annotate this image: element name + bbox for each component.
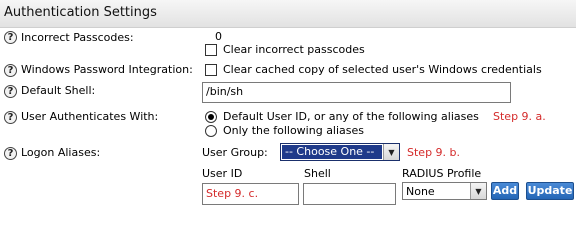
default-user-id-radio[interactable] [205, 111, 217, 123]
authenticates-with-label: User Authenticates With: [21, 110, 159, 123]
help-icon[interactable]: ? [4, 64, 17, 77]
help-icon[interactable]: ? [4, 85, 17, 98]
help-icon[interactable]: ? [4, 111, 17, 124]
step-annotation-a: Step 9. a. [493, 110, 546, 123]
default-user-id-label: Default User ID, or any of the following… [223, 110, 479, 123]
radius-profile-value: None [406, 185, 435, 198]
chevron-down-icon: ▼ [470, 183, 486, 199]
update-button[interactable]: Update [526, 182, 574, 200]
clear-windows-credentials-label: Clear cached copy of selected user's Win… [223, 63, 542, 76]
only-aliases-label: Only the following aliases [223, 124, 365, 137]
step-annotation-b: Step 9. b. [407, 146, 461, 159]
column-user-id: User ID [202, 167, 243, 180]
incorrect-passcodes-value: 0 [215, 30, 222, 43]
incorrect-passcodes-label: Incorrect Passcodes: [21, 31, 134, 44]
column-shell: Shell [304, 167, 331, 180]
default-shell-input[interactable]: /bin/sh [202, 82, 511, 103]
alias-shell-input[interactable] [303, 183, 396, 205]
only-aliases-radio[interactable] [205, 125, 217, 137]
section-header: Authentication Settings [0, 0, 576, 28]
chevron-down-icon: ▼ [383, 144, 399, 160]
user-group-label: User Group: [202, 146, 268, 159]
column-radius-profile: RADIUS Profile [402, 167, 482, 180]
alias-user-id-input[interactable]: Step 9. c. [202, 183, 299, 205]
add-button[interactable]: Add [491, 182, 519, 200]
user-group-select[interactable]: -- Choose One -- ▼ [280, 143, 400, 161]
clear-passcodes-checkbox[interactable] [205, 44, 217, 56]
radius-profile-select[interactable]: None ▼ [402, 182, 487, 200]
help-icon[interactable]: ? [4, 147, 17, 160]
help-icon[interactable]: ? [4, 31, 17, 44]
clear-passcodes-label: Clear incorrect passcodes [223, 43, 365, 56]
default-shell-label: Default Shell: [21, 84, 96, 97]
user-group-value: -- Choose One -- [282, 145, 382, 159]
clear-windows-credentials-checkbox[interactable] [205, 64, 217, 76]
windows-password-label: Windows Password Integration: [21, 63, 193, 76]
section-title: Authentication Settings [4, 5, 157, 20]
logon-aliases-label: Logon Aliases: [21, 146, 101, 159]
